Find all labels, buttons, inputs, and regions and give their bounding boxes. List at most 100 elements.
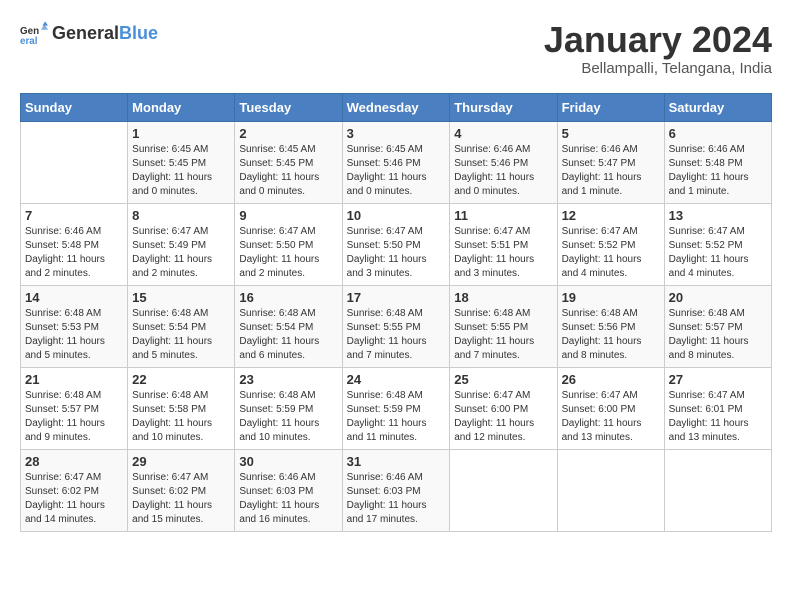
- day-info: Sunrise: 6:48 AMSunset: 5:57 PMDaylight:…: [25, 389, 123, 445]
- day-number: 12: [562, 208, 660, 223]
- day-info: Sunrise: 6:47 AMSunset: 5:52 PMDaylight:…: [562, 225, 660, 281]
- day-number: 29: [132, 454, 230, 469]
- day-number: 25: [454, 372, 552, 387]
- day-info: Sunrise: 6:47 AMSunset: 6:01 PMDaylight:…: [669, 389, 767, 445]
- calendar-cell: 11Sunrise: 6:47 AMSunset: 5:51 PMDayligh…: [450, 203, 557, 285]
- day-info: Sunrise: 6:45 AMSunset: 5:46 PMDaylight:…: [347, 143, 446, 199]
- day-info: Sunrise: 6:46 AMSunset: 5:47 PMDaylight:…: [562, 143, 660, 199]
- day-number: 1: [132, 126, 230, 141]
- day-number: 5: [562, 126, 660, 141]
- day-info: Sunrise: 6:47 AMSunset: 6:00 PMDaylight:…: [454, 389, 552, 445]
- calendar-cell: 12 Sunrise: 6:47 AMSunset: 5:52 PMDayligh…: [557, 203, 664, 285]
- week-row-2: 14Sunrise: 6:48 AMSunset: 5:53 PMDayligh…: [21, 285, 772, 367]
- week-row-1: 7Sunrise: 6:46 AMSunset: 5:48 PMDaylight…: [21, 203, 772, 285]
- header-thursday: Thursday: [450, 93, 557, 121]
- day-number: 2: [239, 126, 337, 141]
- calendar-cell: 25 Sunrise: 6:47 AMSunset: 6:00 PMDayligh…: [450, 367, 557, 449]
- day-info: Sunrise: 6:46 AMSunset: 6:03 PMDaylight:…: [239, 471, 337, 527]
- day-number: 16: [239, 290, 337, 305]
- header-wednesday: Wednesday: [342, 93, 450, 121]
- logo: Gen eral GeneralBlue: [20, 20, 158, 48]
- day-info: Sunrise: 6:47 AMSunset: 6:00 PMDaylight:…: [562, 389, 660, 445]
- calendar-cell: 8 Sunrise: 6:47 AMSunset: 5:49 PMDaylight…: [128, 203, 235, 285]
- day-info: Sunrise: 6:48 AMSunset: 5:54 PMDaylight:…: [239, 307, 337, 363]
- calendar-cell: 4 Sunrise: 6:46 AMSunset: 5:46 PMDaylight…: [450, 121, 557, 203]
- calendar-cell: 27 Sunrise: 6:47 AMSunset: 6:01 PMDayligh…: [664, 367, 771, 449]
- calendar-cell: 22 Sunrise: 6:48 AMSunset: 5:58 PMDayligh…: [128, 367, 235, 449]
- header-row: SundayMondayTuesdayWednesdayThursdayFrid…: [21, 93, 772, 121]
- title-block: January 2024 Bellampalli, Telangana, Ind…: [544, 20, 772, 77]
- header-saturday: Saturday: [664, 93, 771, 121]
- header-sunday: Sunday: [21, 93, 128, 121]
- week-row-4: 28 Sunrise: 6:47 AMSunset: 6:02 PMDayligh…: [21, 449, 772, 531]
- week-row-0: 1 Sunrise: 6:45 AMSunset: 5:45 PMDaylight…: [21, 121, 772, 203]
- calendar-cell: 14Sunrise: 6:48 AMSunset: 5:53 PMDayligh…: [21, 285, 128, 367]
- day-number: 28: [25, 454, 123, 469]
- day-info: Sunrise: 6:46 AMSunset: 6:03 PMDaylight:…: [347, 471, 446, 527]
- calendar-cell: 28 Sunrise: 6:47 AMSunset: 6:02 PMDayligh…: [21, 449, 128, 531]
- day-number: 3: [347, 126, 446, 141]
- calendar-cell: 18 Sunrise: 6:48 AMSunset: 5:55 PMDayligh…: [450, 285, 557, 367]
- day-info: Sunrise: 6:47 AMSunset: 5:50 PMDaylight:…: [347, 225, 446, 281]
- day-number: 20: [669, 290, 767, 305]
- calendar-cell: 7Sunrise: 6:46 AMSunset: 5:48 PMDaylight…: [21, 203, 128, 285]
- calendar-cell: 20Sunrise: 6:48 AMSunset: 5:57 PMDayligh…: [664, 285, 771, 367]
- calendar-cell: 2Sunrise: 6:45 AMSunset: 5:45 PMDaylight…: [235, 121, 342, 203]
- header-friday: Friday: [557, 93, 664, 121]
- day-info: Sunrise: 6:48 AMSunset: 5:56 PMDaylight:…: [562, 307, 660, 363]
- day-info: Sunrise: 6:48 AMSunset: 5:59 PMDaylight:…: [347, 389, 446, 445]
- calendar-cell: 30 Sunrise: 6:46 AMSunset: 6:03 PMDayligh…: [235, 449, 342, 531]
- day-info: Sunrise: 6:48 AMSunset: 5:53 PMDaylight:…: [25, 307, 123, 363]
- day-info: Sunrise: 6:48 AMSunset: 5:55 PMDaylight:…: [454, 307, 552, 363]
- calendar-cell: 24 Sunrise: 6:48 AMSunset: 5:59 PMDayligh…: [342, 367, 450, 449]
- calendar-cell: [450, 449, 557, 531]
- day-number: 26: [562, 372, 660, 387]
- day-number: 30: [239, 454, 337, 469]
- logo-blue: Blue: [119, 23, 158, 43]
- day-number: 4: [454, 126, 552, 141]
- day-number: 27: [669, 372, 767, 387]
- calendar-table: SundayMondayTuesdayWednesdayThursdayFrid…: [20, 93, 772, 532]
- calendar-cell: 16 Sunrise: 6:48 AMSunset: 5:54 PMDayligh…: [235, 285, 342, 367]
- header-monday: Monday: [128, 93, 235, 121]
- day-info: Sunrise: 6:47 AMSunset: 6:02 PMDaylight:…: [25, 471, 123, 527]
- day-info: Sunrise: 6:48 AMSunset: 5:58 PMDaylight:…: [132, 389, 230, 445]
- calendar-cell: 19 Sunrise: 6:48 AMSunset: 5:56 PMDayligh…: [557, 285, 664, 367]
- logo-general: General: [52, 23, 119, 43]
- day-number: 10: [347, 208, 446, 223]
- day-number: 24: [347, 372, 446, 387]
- calendar-cell: 26 Sunrise: 6:47 AMSunset: 6:00 PMDayligh…: [557, 367, 664, 449]
- calendar-cell: 21 Sunrise: 6:48 AMSunset: 5:57 PMDayligh…: [21, 367, 128, 449]
- day-number: 19: [562, 290, 660, 305]
- day-number: 23: [239, 372, 337, 387]
- day-number: 18: [454, 290, 552, 305]
- calendar-cell: 6 Sunrise: 6:46 AMSunset: 5:48 PMDaylight…: [664, 121, 771, 203]
- day-number: 21: [25, 372, 123, 387]
- day-info: Sunrise: 6:47 AMSunset: 5:50 PMDaylight:…: [239, 225, 337, 281]
- header-tuesday: Tuesday: [235, 93, 342, 121]
- day-number: 17: [347, 290, 446, 305]
- day-info: Sunrise: 6:48 AMSunset: 5:55 PMDaylight:…: [347, 307, 446, 363]
- calendar-cell: 5 Sunrise: 6:46 AMSunset: 5:47 PMDaylight…: [557, 121, 664, 203]
- day-info: Sunrise: 6:48 AMSunset: 5:54 PMDaylight:…: [132, 307, 230, 363]
- day-info: Sunrise: 6:45 AMSunset: 5:45 PMDaylight:…: [132, 143, 230, 199]
- day-info: Sunrise: 6:46 AMSunset: 5:46 PMDaylight:…: [454, 143, 552, 199]
- calendar-cell: 15 Sunrise: 6:48 AMSunset: 5:54 PMDayligh…: [128, 285, 235, 367]
- day-number: 6: [669, 126, 767, 141]
- month-title: January 2024: [544, 20, 772, 60]
- day-info: Sunrise: 6:47 AMSunset: 5:49 PMDaylight:…: [132, 225, 230, 281]
- calendar-cell: [664, 449, 771, 531]
- day-number: 13: [669, 208, 767, 223]
- day-number: 7: [25, 208, 123, 223]
- day-info: Sunrise: 6:47 AMSunset: 6:02 PMDaylight:…: [132, 471, 230, 527]
- day-number: 8: [132, 208, 230, 223]
- day-number: 22: [132, 372, 230, 387]
- calendar-cell: 31Sunrise: 6:46 AMSunset: 6:03 PMDayligh…: [342, 449, 450, 531]
- calendar-cell: [21, 121, 128, 203]
- day-info: Sunrise: 6:46 AMSunset: 5:48 PMDaylight:…: [669, 143, 767, 199]
- calendar-cell: 17 Sunrise: 6:48 AMSunset: 5:55 PMDayligh…: [342, 285, 450, 367]
- day-number: 15: [132, 290, 230, 305]
- day-number: 11: [454, 208, 552, 223]
- location: Bellampalli, Telangana, India: [544, 60, 772, 77]
- week-row-3: 21 Sunrise: 6:48 AMSunset: 5:57 PMDayligh…: [21, 367, 772, 449]
